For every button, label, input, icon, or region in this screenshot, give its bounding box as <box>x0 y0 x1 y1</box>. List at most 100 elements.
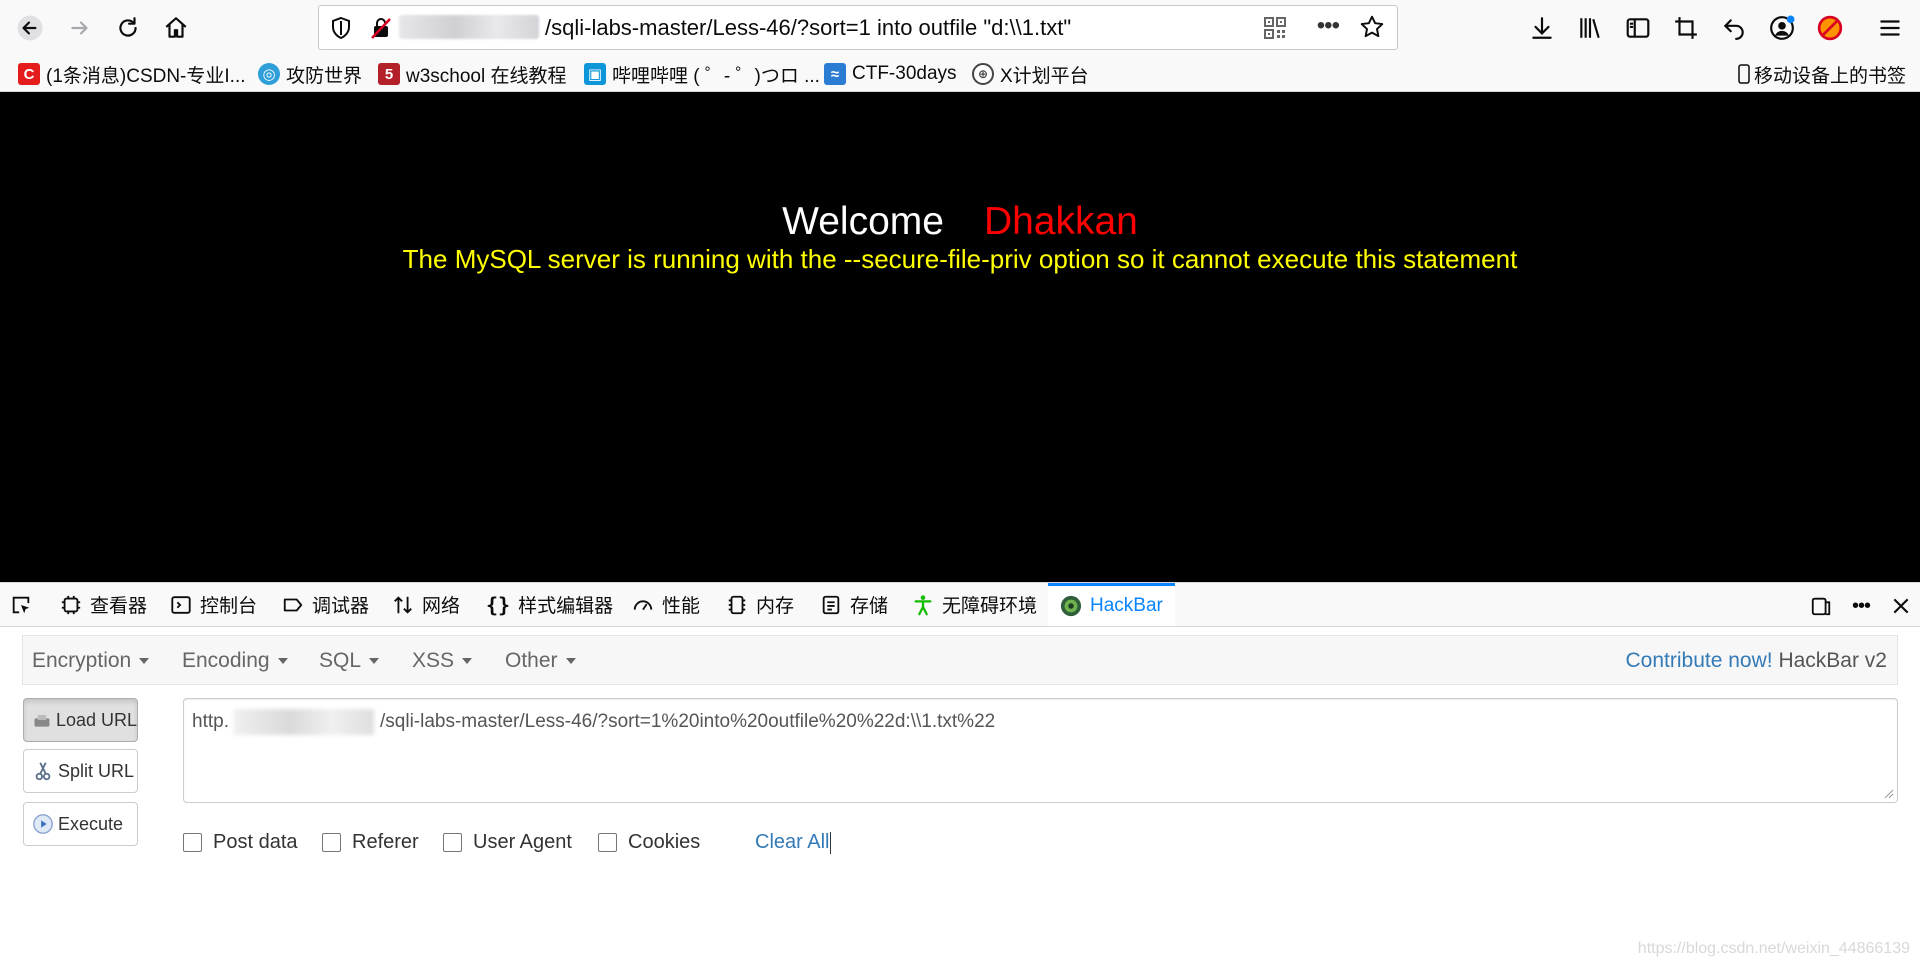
checkbox-label: User Agent <box>473 831 572 853</box>
contribute-link[interactable]: Contribute now! HackBar v2 <box>1626 649 1887 673</box>
tab-hackbar[interactable]: HackBar <box>1048 583 1175 626</box>
menu-label: Encoding <box>182 649 270 672</box>
bookmark-bilibili[interactable]: ▣ 哔哩哔哩 ( ゜- ゜)つロ ... <box>584 62 820 87</box>
caret-down-icon <box>462 658 473 665</box>
text-cursor <box>830 831 832 854</box>
post-data-checkbox[interactable]: Post data <box>183 831 298 854</box>
blurred-host <box>234 709 374 735</box>
tab-storage[interactable]: 存储 <box>820 583 888 626</box>
menu-button[interactable] <box>1870 8 1910 48</box>
hackbar-version: HackBar v2 <box>1778 649 1887 672</box>
w3school-icon: 5 <box>378 63 400 85</box>
caret-down-icon <box>139 658 150 665</box>
address-bar[interactable]: /sqli-labs-master/Less-46/?sort=1 into o… <box>318 5 1398 50</box>
split-url-button[interactable]: Split URL <box>23 749 138 793</box>
tab-inspector[interactable]: 查看器 <box>60 583 147 626</box>
account-button[interactable] <box>1762 8 1802 48</box>
tab-accessibility[interactable]: 无障碍环境 <box>912 583 1037 626</box>
menu-other[interactable]: Other <box>505 649 576 673</box>
bookmark-label: (1条消息)CSDN-专业I... <box>46 65 246 87</box>
cookies-checkbox[interactable]: Cookies <box>598 831 700 854</box>
bookmark-star-icon[interactable] <box>1359 14 1385 40</box>
forward-button[interactable] <box>60 8 100 48</box>
bookmark-w3school[interactable]: 5 w3school 在线教程 <box>378 62 567 87</box>
undo-button[interactable] <box>1714 8 1754 48</box>
menu-label: Other <box>505 649 558 672</box>
hackbar-icon <box>1060 595 1082 617</box>
downloads-button[interactable] <box>1522 8 1562 48</box>
network-icon <box>394 595 412 614</box>
dock-button[interactable] <box>1808 593 1834 619</box>
url-path: /sqli-labs-master/Less-46/?sort=1%20into… <box>380 711 996 732</box>
checkbox-box[interactable] <box>598 833 617 852</box>
library-button[interactable] <box>1570 8 1610 48</box>
back-button[interactable] <box>10 8 50 48</box>
tab-label: 存储 <box>850 596 889 617</box>
button-label: Load URL <box>55 709 137 730</box>
reload-button[interactable] <box>108 8 148 48</box>
user-agent-checkbox[interactable]: User Agent <box>443 831 572 854</box>
tab-label: 查看器 <box>90 596 148 617</box>
checkbox-box[interactable] <box>183 833 202 852</box>
menu-encryption[interactable]: Encryption <box>32 649 150 673</box>
qr-code-icon[interactable] <box>1263 16 1287 40</box>
close-devtools-button[interactable] <box>1888 593 1914 619</box>
execute-button[interactable]: Execute <box>23 802 138 846</box>
tracking-protection-shield-icon[interactable] <box>329 16 353 40</box>
element-picker-icon <box>12 596 30 613</box>
button-label: Split URL <box>58 760 135 781</box>
crop-icon <box>1675 17 1697 39</box>
menu-label: XSS <box>412 649 455 672</box>
bookmark-xplan[interactable]: ⊕ X计划平台 <box>972 62 1089 87</box>
element-picker-button[interactable] <box>10 583 40 626</box>
checkbox-label: Cookies <box>628 831 701 853</box>
clear-all-label: Clear All <box>755 831 830 853</box>
clear-all-link[interactable]: Clear All <box>755 831 832 854</box>
tab-memory[interactable]: 内存 <box>726 583 794 626</box>
devtools-more-button[interactable]: ••• <box>1848 593 1874 619</box>
load-icon <box>34 715 50 727</box>
tab-performance[interactable]: 性能 <box>632 583 700 626</box>
menu-sql[interactable]: SQL <box>319 649 380 673</box>
screenshot-button[interactable] <box>1666 8 1706 48</box>
insecure-lock-icon[interactable] <box>369 16 393 40</box>
sidebar-icon <box>1626 18 1650 38</box>
url-text[interactable]: /sqli-labs-master/Less-46/?sort=1 into o… <box>545 15 1071 41</box>
hackbar-panel: Encryption Encoding SQL XSS Other Contri… <box>0 627 1920 968</box>
resize-grip-icon[interactable] <box>1884 789 1894 799</box>
caret-down-icon <box>277 658 288 665</box>
style-editor-icon: {} <box>486 592 511 617</box>
menu-xss[interactable]: XSS <box>412 649 473 673</box>
checkbox-box[interactable] <box>443 833 462 852</box>
blurred-host <box>399 15 539 39</box>
bookmark-gongfang[interactable]: ◎ 攻防世界 <box>258 62 362 87</box>
checkbox-box[interactable] <box>322 833 341 852</box>
contribute-label: Contribute now! <box>1625 649 1773 672</box>
addon-button[interactable] <box>1810 8 1850 48</box>
referer-checkbox[interactable]: Referer <box>322 831 419 854</box>
welcome-heading: Welcome Dhakkan <box>0 200 1920 244</box>
sidebar-button[interactable] <box>1618 8 1658 48</box>
url-textarea[interactable]: http. /sqli-labs-master/Less-46/?sort=1%… <box>183 698 1898 803</box>
close-icon <box>1893 598 1909 614</box>
tab-debugger[interactable]: 调试器 <box>282 583 369 626</box>
menu-encoding[interactable]: Encoding <box>182 649 288 673</box>
tab-console[interactable]: 控制台 <box>170 583 257 626</box>
menu-label: Encryption <box>32 649 132 672</box>
home-button[interactable] <box>156 8 196 48</box>
tab-style-editor[interactable]: {} 样式编辑器 <box>486 583 613 626</box>
mobile-bookmarks[interactable]: 移动设备上的书签 <box>1738 62 1906 87</box>
tab-label: 网络 <box>422 596 461 617</box>
devtools-tabbar: 查看器 控制台 调试器 网络 {} 样式编辑器 性能 内存 存储 无障碍环境 H… <box>0 582 1920 627</box>
load-url-button[interactable]: Load URL <box>23 698 138 742</box>
caret-down-icon <box>369 658 380 665</box>
tab-label: 性能 <box>662 596 701 617</box>
blocked-addon-icon <box>1817 15 1843 41</box>
bookmark-csdn[interactable]: C (1条消息)CSDN-专业I... <box>18 62 246 87</box>
page-actions-button[interactable]: ••• <box>1317 12 1340 40</box>
reload-icon <box>119 17 137 37</box>
undo-icon <box>1723 19 1744 40</box>
watermark: https://blog.csdn.net/weixin_44866139 <box>1637 940 1910 957</box>
bookmark-ctf[interactable]: ≈ CTF-30days <box>824 62 957 86</box>
tab-network[interactable]: 网络 <box>392 583 460 626</box>
